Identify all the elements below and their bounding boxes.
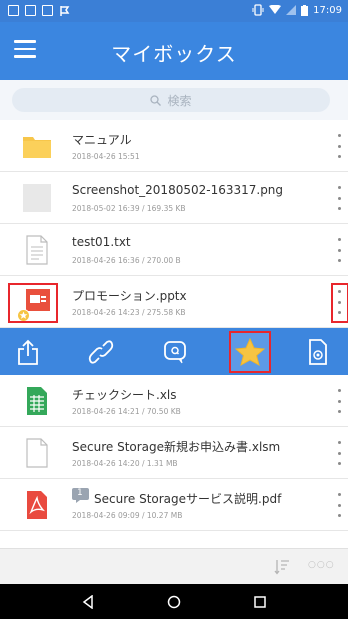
back-triangle-icon <box>82 594 93 609</box>
file-meta: 2018-04-26 15:51 <box>72 152 140 161</box>
sort-icon[interactable] <box>274 559 290 575</box>
file-meta: 2018-04-26 09:09 / 10.27 MB <box>72 511 183 520</box>
file-info-icon <box>309 339 327 365</box>
file-name: Secure Storage新規お申込み書.xlsm <box>72 440 281 454</box>
comment-button[interactable] <box>157 334 193 370</box>
list-item[interactable]: test01.txt 2018-04-26 16:36 / 270.00 B <box>0 224 348 276</box>
list-item[interactable]: チェックシート.xls 2018-04-26 14:21 / 70.50 KB <box>0 375 348 427</box>
comment-count-badge: 1 <box>77 488 83 498</box>
link-icon <box>88 340 114 364</box>
screen: 17:09 マイボックス 検索 マニュアル 2018-04-26 15:51 S… <box>0 0 348 619</box>
search-area: 検索 <box>0 80 348 120</box>
highlight-file-icon-box <box>8 283 58 323</box>
more-options-icon[interactable] <box>334 493 344 517</box>
page-title: マイボックス <box>111 42 237 66</box>
list-item[interactable]: Secure Storage新規お申込み書.xlsm 2018-04-26 14… <box>0 427 348 479</box>
folder-icon <box>23 137 51 158</box>
file-meta: 2018-04-26 14:23 / 275.58 KB <box>72 308 186 317</box>
home-button[interactable] <box>144 584 204 619</box>
file-name: チェックシート.xls <box>72 388 177 402</box>
file-action-bar <box>0 328 348 375</box>
list-item[interactable]: マニュアル 2018-04-26 15:51 <box>0 120 348 172</box>
xls-file-icon <box>27 387 47 415</box>
text-file-icon <box>26 235 48 265</box>
more-options-icon[interactable] <box>334 186 344 210</box>
file-name: Secure Storageサービス説明.pdf <box>94 492 282 506</box>
file-name: マニュアル <box>72 133 132 147</box>
search-placeholder: 検索 <box>167 93 192 108</box>
highlight-more-options-box <box>331 283 348 323</box>
notification-icon <box>8 5 19 16</box>
system-indicators: 17:09 <box>252 4 342 16</box>
status-bar: 17:09 <box>0 0 348 22</box>
more-options-icon[interactable] <box>334 238 344 262</box>
more-options-icon[interactable] <box>334 441 344 465</box>
recents-square-icon <box>254 595 266 608</box>
generic-file-icon <box>26 438 48 468</box>
file-name: test01.txt <box>72 235 131 249</box>
file-name: Screenshot_20180502-163317.png <box>72 183 284 197</box>
share-icon <box>18 339 38 365</box>
search-icon <box>150 94 162 106</box>
list-item[interactable]: Screenshot_20180502-163317.png 2018-05-0… <box>0 172 348 224</box>
bottom-toolbar: ○○○ <box>0 548 348 584</box>
recents-button[interactable] <box>230 584 290 619</box>
share-button[interactable] <box>10 334 46 370</box>
battery-icon <box>301 4 309 16</box>
mail-notification-icon <box>25 5 36 16</box>
flag-icon <box>60 6 70 16</box>
link-button[interactable] <box>83 334 119 370</box>
file-name: プロモーション.pptx <box>72 289 187 303</box>
favorite-star-icon <box>235 338 265 366</box>
comment-icon <box>164 341 186 364</box>
favorite-button[interactable] <box>229 331 271 373</box>
android-nav-bar <box>0 584 348 619</box>
more-options-icon[interactable] <box>334 389 344 413</box>
file-meta: 2018-05-02 16:39 / 169.35 KB <box>72 204 186 213</box>
back-button[interactable] <box>58 584 118 619</box>
vibrate-icon <box>252 4 264 16</box>
storage-notification-icon <box>42 5 53 16</box>
app-bar: マイボックス <box>0 22 348 80</box>
pager-dots: ○○○ <box>308 560 335 570</box>
search-input[interactable]: 検索 <box>12 88 330 112</box>
more-options-icon[interactable] <box>334 134 344 158</box>
wifi-icon <box>269 5 282 14</box>
list-item[interactable]: Secure Storageサービス説明.pdf 1 2018-04-26 09… <box>0 479 348 531</box>
file-info-button[interactable] <box>300 334 336 370</box>
signal-icon <box>286 5 297 15</box>
pdf-file-icon <box>27 491 47 519</box>
file-meta: 2018-04-26 16:36 / 270.00 B <box>72 256 181 265</box>
image-file-icon <box>23 184 51 212</box>
notification-icons <box>8 5 71 17</box>
home-circle-icon <box>167 595 181 608</box>
status-time: 17:09 <box>313 4 342 16</box>
file-meta: 2018-04-26 14:21 / 70.50 KB <box>72 407 181 416</box>
file-meta: 2018-04-26 14:20 / 1.31 MB <box>72 459 178 468</box>
